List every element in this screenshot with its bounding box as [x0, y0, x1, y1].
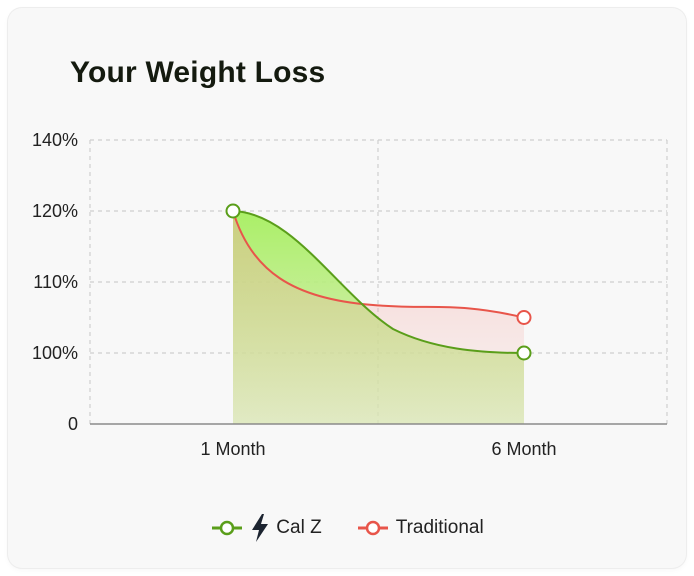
point-cal-z[interactable]	[225, 203, 241, 219]
legend-item-cal-z[interactable]: Cal Z	[210, 513, 322, 543]
weight-loss-chart: 0 100% 110% 120% 140% 1 Month 6 Month	[32, 130, 668, 459]
legend-item-traditional[interactable]: Traditional	[356, 517, 484, 539]
legend-label-traditional: Traditional	[395, 517, 484, 538]
legend-label-cal-z: Cal Z	[276, 517, 322, 538]
x-tick-label: 1 Month	[200, 439, 265, 459]
y-tick-label: 120%	[32, 201, 78, 221]
point-traditional[interactable]	[516, 310, 532, 325]
y-tick-label: 0	[68, 414, 78, 434]
y-tick-label: 100%	[32, 343, 78, 363]
lightning-bolt-icon	[252, 514, 269, 542]
chart-legend: Cal Z Traditional	[0, 512, 694, 544]
y-tick-label: 140%	[32, 130, 78, 150]
x-tick-label: 6 Month	[491, 439, 556, 459]
point-cal-z[interactable]	[516, 345, 532, 361]
y-tick-label: 110%	[33, 272, 78, 292]
legend-marker-cal-z	[212, 520, 243, 536]
legend-marker-traditional	[357, 520, 388, 536]
